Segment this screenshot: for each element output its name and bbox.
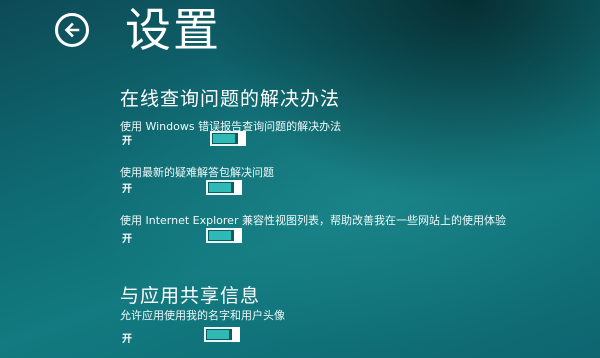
toggle-thumb [234,228,242,243]
toggle-troubleshooting[interactable] [206,180,242,195]
toggle-fill [209,183,231,192]
section-title-online-solutions: 在线查询问题的解决办法 [120,88,341,110]
toggle-fill [207,330,229,339]
back-button[interactable] [55,13,89,47]
toggle-name-and-avatar[interactable] [204,327,240,342]
toggle-fill [209,231,231,240]
toggle-compatibility-view[interactable] [206,228,242,243]
section-title-app-sharing: 与应用共享信息 [120,285,261,307]
setting-label-name-and-avatar: 允许应用使用我的名字和用户头像 [120,309,285,322]
setting-label-troubleshooting: 使用最新的疑难解答包解决问题 [120,166,274,179]
toggle-thumb [234,180,242,195]
toggle-thumb [238,131,246,146]
setting-state-name-and-avatar: 开 [122,334,132,345]
page-header: 设置 [55,2,221,58]
toggle-error-reporting[interactable] [210,131,246,146]
back-arrow-icon [64,22,80,38]
setting-state-compatibility-view: 开 [122,234,132,245]
toggle-thumb [232,327,240,342]
setting-label-compatibility-view: 使用 Internet Explorer 兼容性视图列表，帮助改善我在一些网站上… [120,214,506,227]
toggle-fill [213,134,235,143]
setting-state-troubleshooting: 开 [122,184,132,195]
page-title: 设置 [125,3,221,57]
setting-state-error-reporting: 开 [122,136,132,147]
